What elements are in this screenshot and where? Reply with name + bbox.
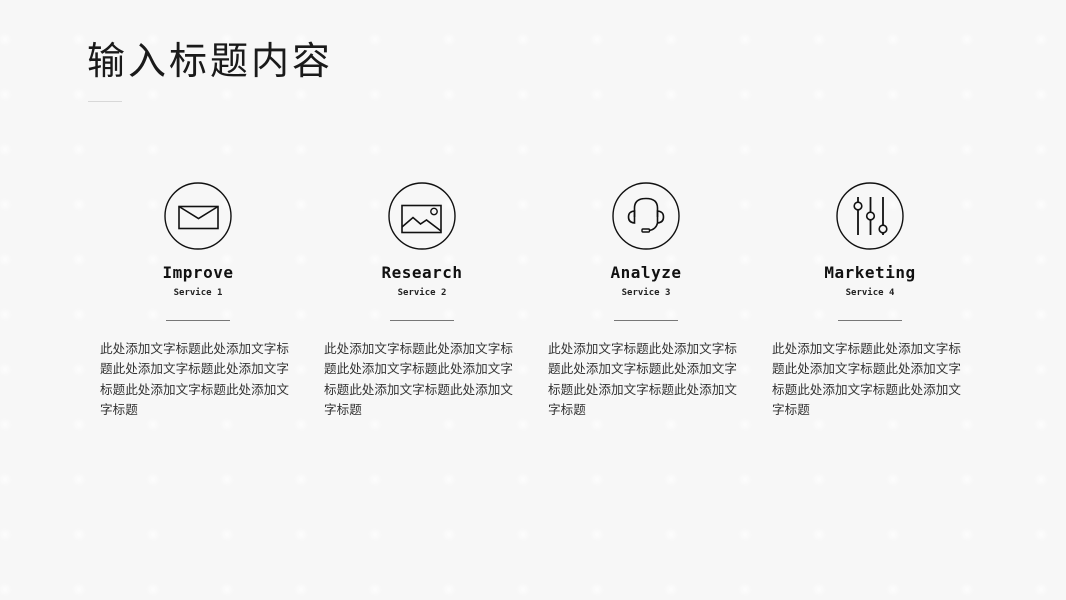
service-name: Improve (162, 263, 234, 282)
page-title: 输入标题内容 (87, 39, 334, 83)
service-card-4: Marketing Service 4 此处添加文字标题此处添加文字标题此处添加… (770, 182, 970, 421)
service-divider (166, 320, 230, 321)
image-icon (388, 182, 456, 250)
service-subtitle: Service 1 (173, 288, 223, 298)
service-description: 此处添加文字标题此处添加文字标题此处添加文字标题此处添加文字标题此处添加文字标题… (100, 341, 289, 418)
service-card-1: Improve Service 1 此处添加文字标题此处添加文字标题此处添加文字… (98, 182, 298, 421)
service-card-3: Analyze Service 3 此处添加文字标题此处添加文字标题此处添加文字… (546, 182, 746, 421)
title-underline (88, 101, 122, 102)
service-subtitle: Service 2 (397, 288, 447, 298)
mail-icon (164, 182, 232, 250)
service-divider (390, 320, 454, 321)
headset-icon (612, 182, 680, 250)
sliders-icon (836, 182, 904, 250)
service-subtitle: Service 4 (845, 288, 895, 298)
service-divider (614, 320, 678, 321)
service-divider (838, 320, 902, 321)
service-description: 此处添加文字标题此处添加文字标题此处添加文字标题此处添加文字标题此处添加文字标题… (548, 341, 737, 418)
service-card-2: Research Service 2 此处添加文字标题此处添加文字标题此处添加文… (322, 182, 522, 421)
service-description: 此处添加文字标题此处添加文字标题此处添加文字标题此处添加文字标题此处添加文字标题… (324, 341, 513, 418)
service-name: Marketing (824, 263, 916, 282)
service-description: 此处添加文字标题此处添加文字标题此处添加文字标题此处添加文字标题此处添加文字标题… (772, 341, 961, 418)
service-name: Analyze (610, 263, 682, 282)
service-subtitle: Service 3 (621, 288, 671, 298)
service-name: Research (381, 263, 463, 282)
